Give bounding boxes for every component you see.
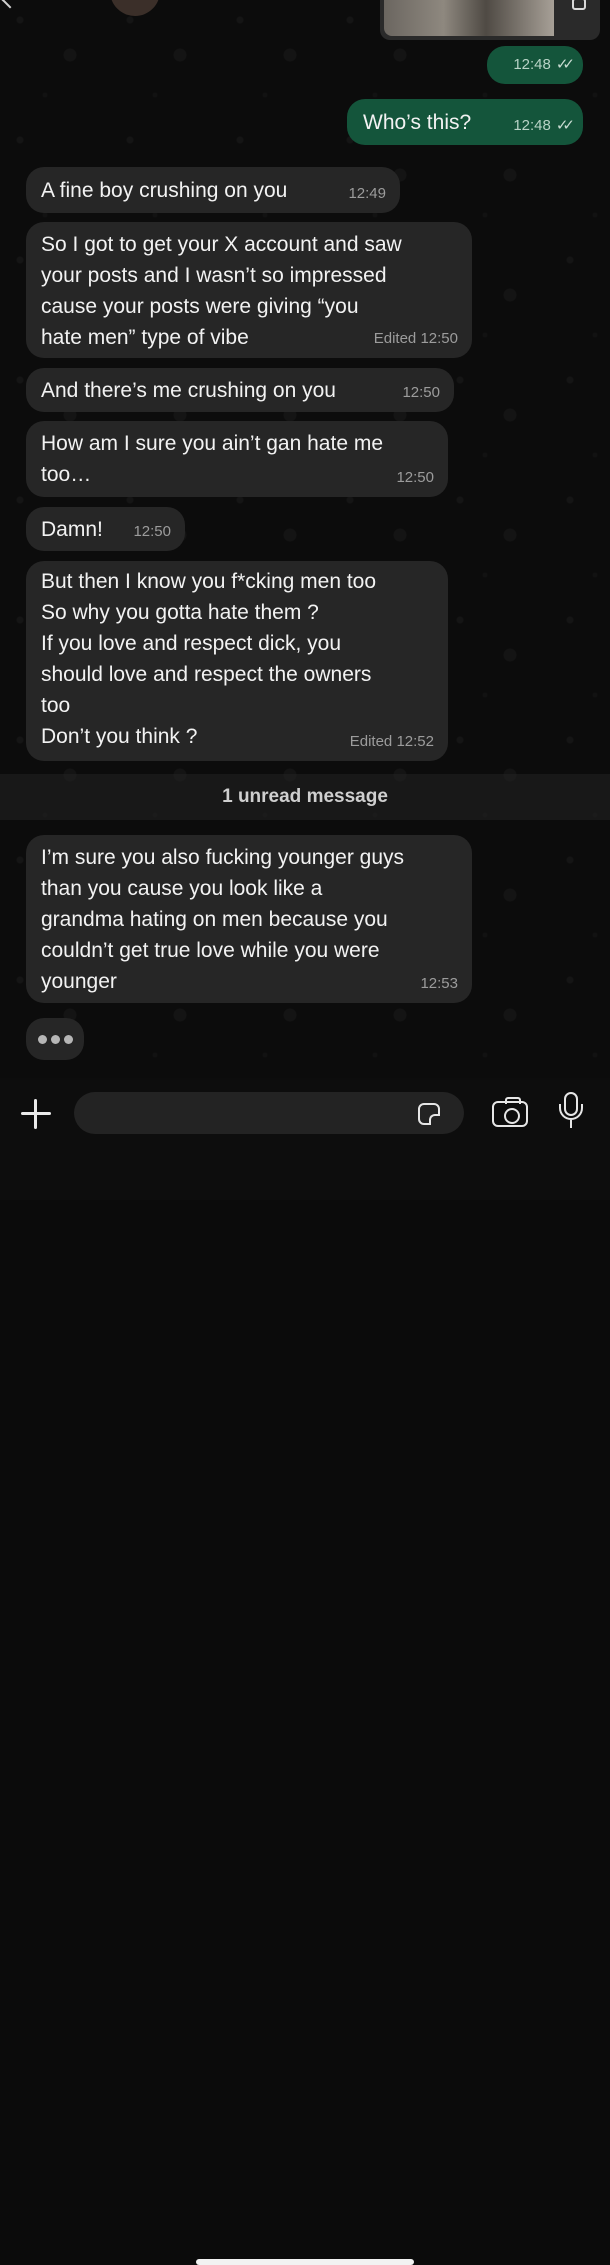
message-time: 12:48 — [513, 117, 551, 134]
message-time: 12:50 — [402, 384, 440, 401]
message-time: 12:50 — [396, 469, 434, 486]
incoming-message[interactable]: But then I know you f*cking men too So w… — [26, 561, 448, 761]
photo-indicator-icon — [572, 0, 586, 10]
contact-avatar[interactable] — [110, 0, 160, 16]
message-meta: 12:48 ✓✓ — [513, 117, 575, 135]
unread-divider: 1 unread message — [0, 774, 610, 820]
photo-thumbnail[interactable] — [384, 0, 554, 36]
message-time: 12:52 — [396, 733, 434, 750]
message-meta: Edited 12:52 — [350, 733, 434, 751]
message-meta: 12:53 — [420, 975, 458, 993]
back-icon[interactable] — [1, 0, 19, 9]
message-time: 12:48 — [513, 56, 551, 73]
message-time: 12:50 — [133, 523, 171, 540]
typing-dot — [64, 1035, 73, 1044]
mic-stem — [570, 1120, 572, 1128]
message-time: 12:53 — [420, 975, 458, 992]
photo-message[interactable] — [380, 0, 600, 40]
incoming-message[interactable]: Damn! 12:50 — [26, 507, 185, 551]
chat-area[interactable]: 12:48 ✓✓ Who’s this? 12:48 ✓✓ A fine boy c… — [0, 0, 610, 1078]
home-indicator[interactable] — [196, 2259, 414, 2265]
message-meta: 12:50 — [396, 469, 434, 487]
message-text: But then I know you f*cking men too So w… — [41, 570, 377, 748]
sticker-icon[interactable] — [418, 1103, 440, 1125]
typing-dot — [38, 1035, 47, 1044]
message-input[interactable] — [74, 1092, 464, 1134]
incoming-message[interactable]: I’m sure you also fucking younger guys t… — [26, 835, 472, 1003]
message-meta: Edited 12:50 — [374, 330, 458, 348]
message-meta: 12:49 — [348, 185, 386, 203]
camera-icon[interactable] — [492, 1097, 528, 1127]
message-meta: 12:50 — [402, 384, 440, 402]
typing-indicator — [26, 1018, 84, 1060]
message-time: 12:50 — [420, 330, 458, 347]
composer-bar — [0, 1078, 610, 2265]
mic-cup — [559, 1104, 583, 1120]
message-text: I’m sure you also fucking younger guys t… — [41, 846, 405, 993]
incoming-message[interactable]: So I got to get your X account and saw y… — [26, 222, 472, 358]
message-text: And there’s me crushing on you — [41, 379, 336, 402]
message-meta: 12:48 ✓✓ — [513, 56, 575, 74]
message-meta: 12:50 — [133, 523, 171, 541]
outgoing-message[interactable]: Who’s this? 12:48 ✓✓ — [347, 99, 583, 145]
typing-dot — [51, 1035, 60, 1044]
double-check-icon: ✓✓ — [555, 56, 575, 73]
message-text: How am I sure you ain’t gan hate me too… — [41, 432, 384, 486]
incoming-message[interactable]: How am I sure you ain’t gan hate me too…… — [26, 421, 448, 497]
plus-icon[interactable] — [18, 1096, 54, 1132]
message-edited: Edited — [349, 733, 393, 750]
mic-icon[interactable] — [556, 1092, 586, 1134]
message-time: 12:49 — [348, 185, 386, 202]
message-edited: Edited — [373, 330, 417, 347]
incoming-message[interactable]: A fine boy crushing on you 12:49 — [26, 167, 400, 213]
double-check-icon: ✓✓ — [555, 117, 575, 134]
outgoing-message[interactable]: 12:48 ✓✓ — [487, 46, 583, 84]
message-text: A fine boy crushing on you — [41, 179, 288, 202]
incoming-message[interactable]: And there’s me crushing on you 12:50 — [26, 368, 454, 412]
